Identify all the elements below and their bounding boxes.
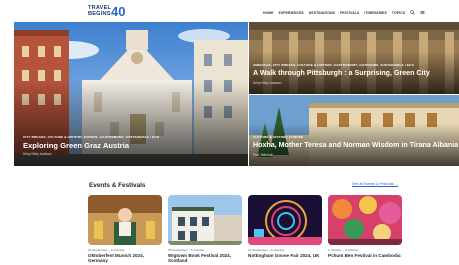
search-icon[interactable]	[410, 10, 415, 15]
nav-item-home[interactable]: HOME	[263, 11, 274, 15]
post-title[interactable]: A Walk through Pittsburgh : a Surprising…	[253, 69, 430, 77]
post-categories[interactable]: CULTURE & HISTORY, EUROPE	[253, 135, 303, 139]
nav-item-itineraries[interactable]: ITINERARIES	[364, 11, 387, 15]
event-image	[248, 195, 322, 245]
event-title[interactable]: Nottingham Goose Fair 2024, UK	[248, 253, 324, 258]
nav-item-destinations[interactable]: DESTINATIONS	[309, 11, 335, 15]
post-categories[interactable]: CITY BREAKS, CULTURE & HISTORY, EUROPE, …	[23, 135, 159, 139]
event-title[interactable]: Wigtown Book Festival 2024, Scotland	[168, 253, 244, 264]
post-author[interactable]: Paul Tattersall	[253, 153, 273, 157]
post-author[interactable]: Kerry Kirby Jackson	[253, 81, 281, 85]
featured-post-graz[interactable]: CITY BREAKS, CULTURE & HISTORY, EUROPE, …	[14, 22, 248, 166]
site-header: TRAVEL BEGINS 40 HOME EXPERIENCES DESTIN…	[0, 0, 459, 22]
event-image	[168, 195, 242, 245]
menu-icon[interactable]	[420, 10, 425, 15]
nav-item-experiences[interactable]: EXPERIENCES	[279, 11, 304, 15]
post-categories[interactable]: AMERICAS, CITY BREAKS, CULTURE & HISTORY…	[253, 63, 414, 67]
logo-line-2: BEGINS	[88, 11, 111, 17]
event-date: 1 October – 4 October	[328, 248, 359, 252]
events-heading: Events & Festivals	[89, 182, 146, 189]
event-date: 21 September – 6 October	[88, 248, 125, 252]
event-image	[88, 195, 162, 245]
logo-number: 40	[111, 4, 126, 19]
event-title[interactable]: Oktoberfest Munich 2024, Germany	[88, 253, 164, 264]
post-author[interactable]: Kerry Kirby Jackson	[23, 152, 51, 156]
event-date: 25 September – 6 October	[168, 248, 205, 252]
featured-post-pittsburgh[interactable]: AMERICAS, CITY BREAKS, CULTURE & HISTORY…	[249, 22, 459, 94]
event-title[interactable]: Pchum Ben Festival in Cambodia	[328, 253, 404, 258]
main-nav: HOME EXPERIENCES DESTINATIONS FESTIVALS …	[263, 10, 425, 15]
featured-posts: CITY BREAKS, CULTURE & HISTORY, EUROPE, …	[14, 22, 459, 166]
event-image	[328, 195, 402, 245]
featured-post-tirana[interactable]: CULTURE & HISTORY, EUROPE Hoxha, Mother …	[249, 95, 459, 166]
event-date: 27 September – 6 October	[248, 248, 285, 252]
post-title[interactable]: Exploring Green Graz Austria	[23, 141, 129, 150]
nav-item-festivals[interactable]: FESTIVALS	[340, 11, 359, 15]
nav-item-topics[interactable]: TOPICS	[392, 11, 405, 15]
post-title[interactable]: Hoxha, Mother Teresa and Norman Wisdom i…	[253, 141, 458, 149]
site-logo[interactable]: TRAVEL BEGINS 40	[88, 5, 130, 19]
see-all-events-link[interactable]: See all Events & Festivals →	[352, 182, 398, 186]
